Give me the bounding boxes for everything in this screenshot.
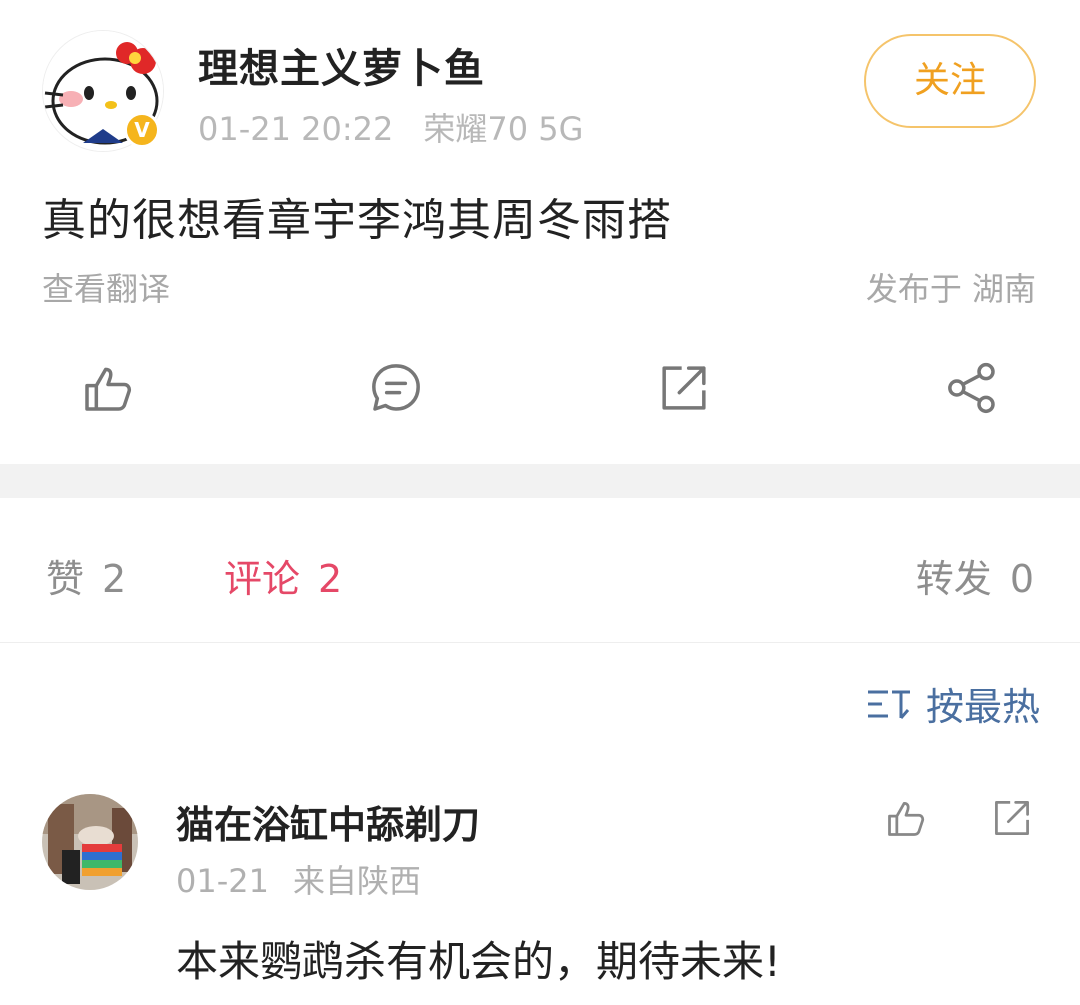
repost-icon [995,801,1029,835]
tab-divider [0,642,1080,643]
post-date: 01-21 20:22 [198,110,394,148]
commenter-avatar-image [42,794,138,890]
author-name[interactable]: 理想主义萝卜鱼 [198,36,485,94]
commenter-avatar[interactable] [42,794,138,890]
tab-likes-label: 赞 [46,557,85,601]
section-divider [0,464,1080,498]
sort-button[interactable]: 按最热 [866,676,1040,731]
post-body: 真的很想看章宇李鸿其周冬雨搭 [42,195,672,246]
comment-meta: 01-21 来自陕西 [176,856,421,902]
repost-button[interactable] [644,348,724,428]
share-icon [948,362,995,414]
tab-reposts[interactable]: 转发 0 [916,548,1034,603]
tab-likes-count: 2 [102,557,127,601]
tab-comments-label: 评论 [224,557,301,601]
commenter-name[interactable]: 猫在浴缸中舔剃刀 [176,794,480,849]
comment-like-button[interactable] [878,790,934,846]
tab-comments-count: 2 [318,557,343,601]
comment-body: 本来鹦鹉杀有机会的，期待未来! [176,937,781,986]
comment-icon [372,364,420,411]
follow-button[interactable]: 关注 [864,34,1036,128]
translate-link[interactable]: 查看翻译 [42,264,170,310]
like-button[interactable] [68,348,148,428]
tab-likes[interactable]: 赞2 [46,548,126,603]
post-device: 荣耀70 5G [423,110,584,148]
tab-reposts-count: 0 [1009,557,1034,601]
tab-comments[interactable]: 评论 2 [224,548,342,603]
like-icon [85,367,132,411]
comment-date: 01-21 [176,862,269,900]
post-meta: 01-21 20:22 荣耀70 5G [198,104,583,150]
sort-icon [867,690,910,719]
sort-label: 按最热 [925,685,1040,729]
like-icon [888,801,925,836]
comment-repost-button[interactable] [984,790,1040,846]
repost-icon [662,366,706,410]
share-button[interactable] [932,348,1012,428]
comment-location: 来自陕西 [292,862,421,900]
tab-reposts-label: 转发 [915,557,992,601]
comment-button[interactable] [356,348,436,428]
verified-badge: V [124,112,160,148]
post-location: 发布于 湖南 [865,270,1036,308]
